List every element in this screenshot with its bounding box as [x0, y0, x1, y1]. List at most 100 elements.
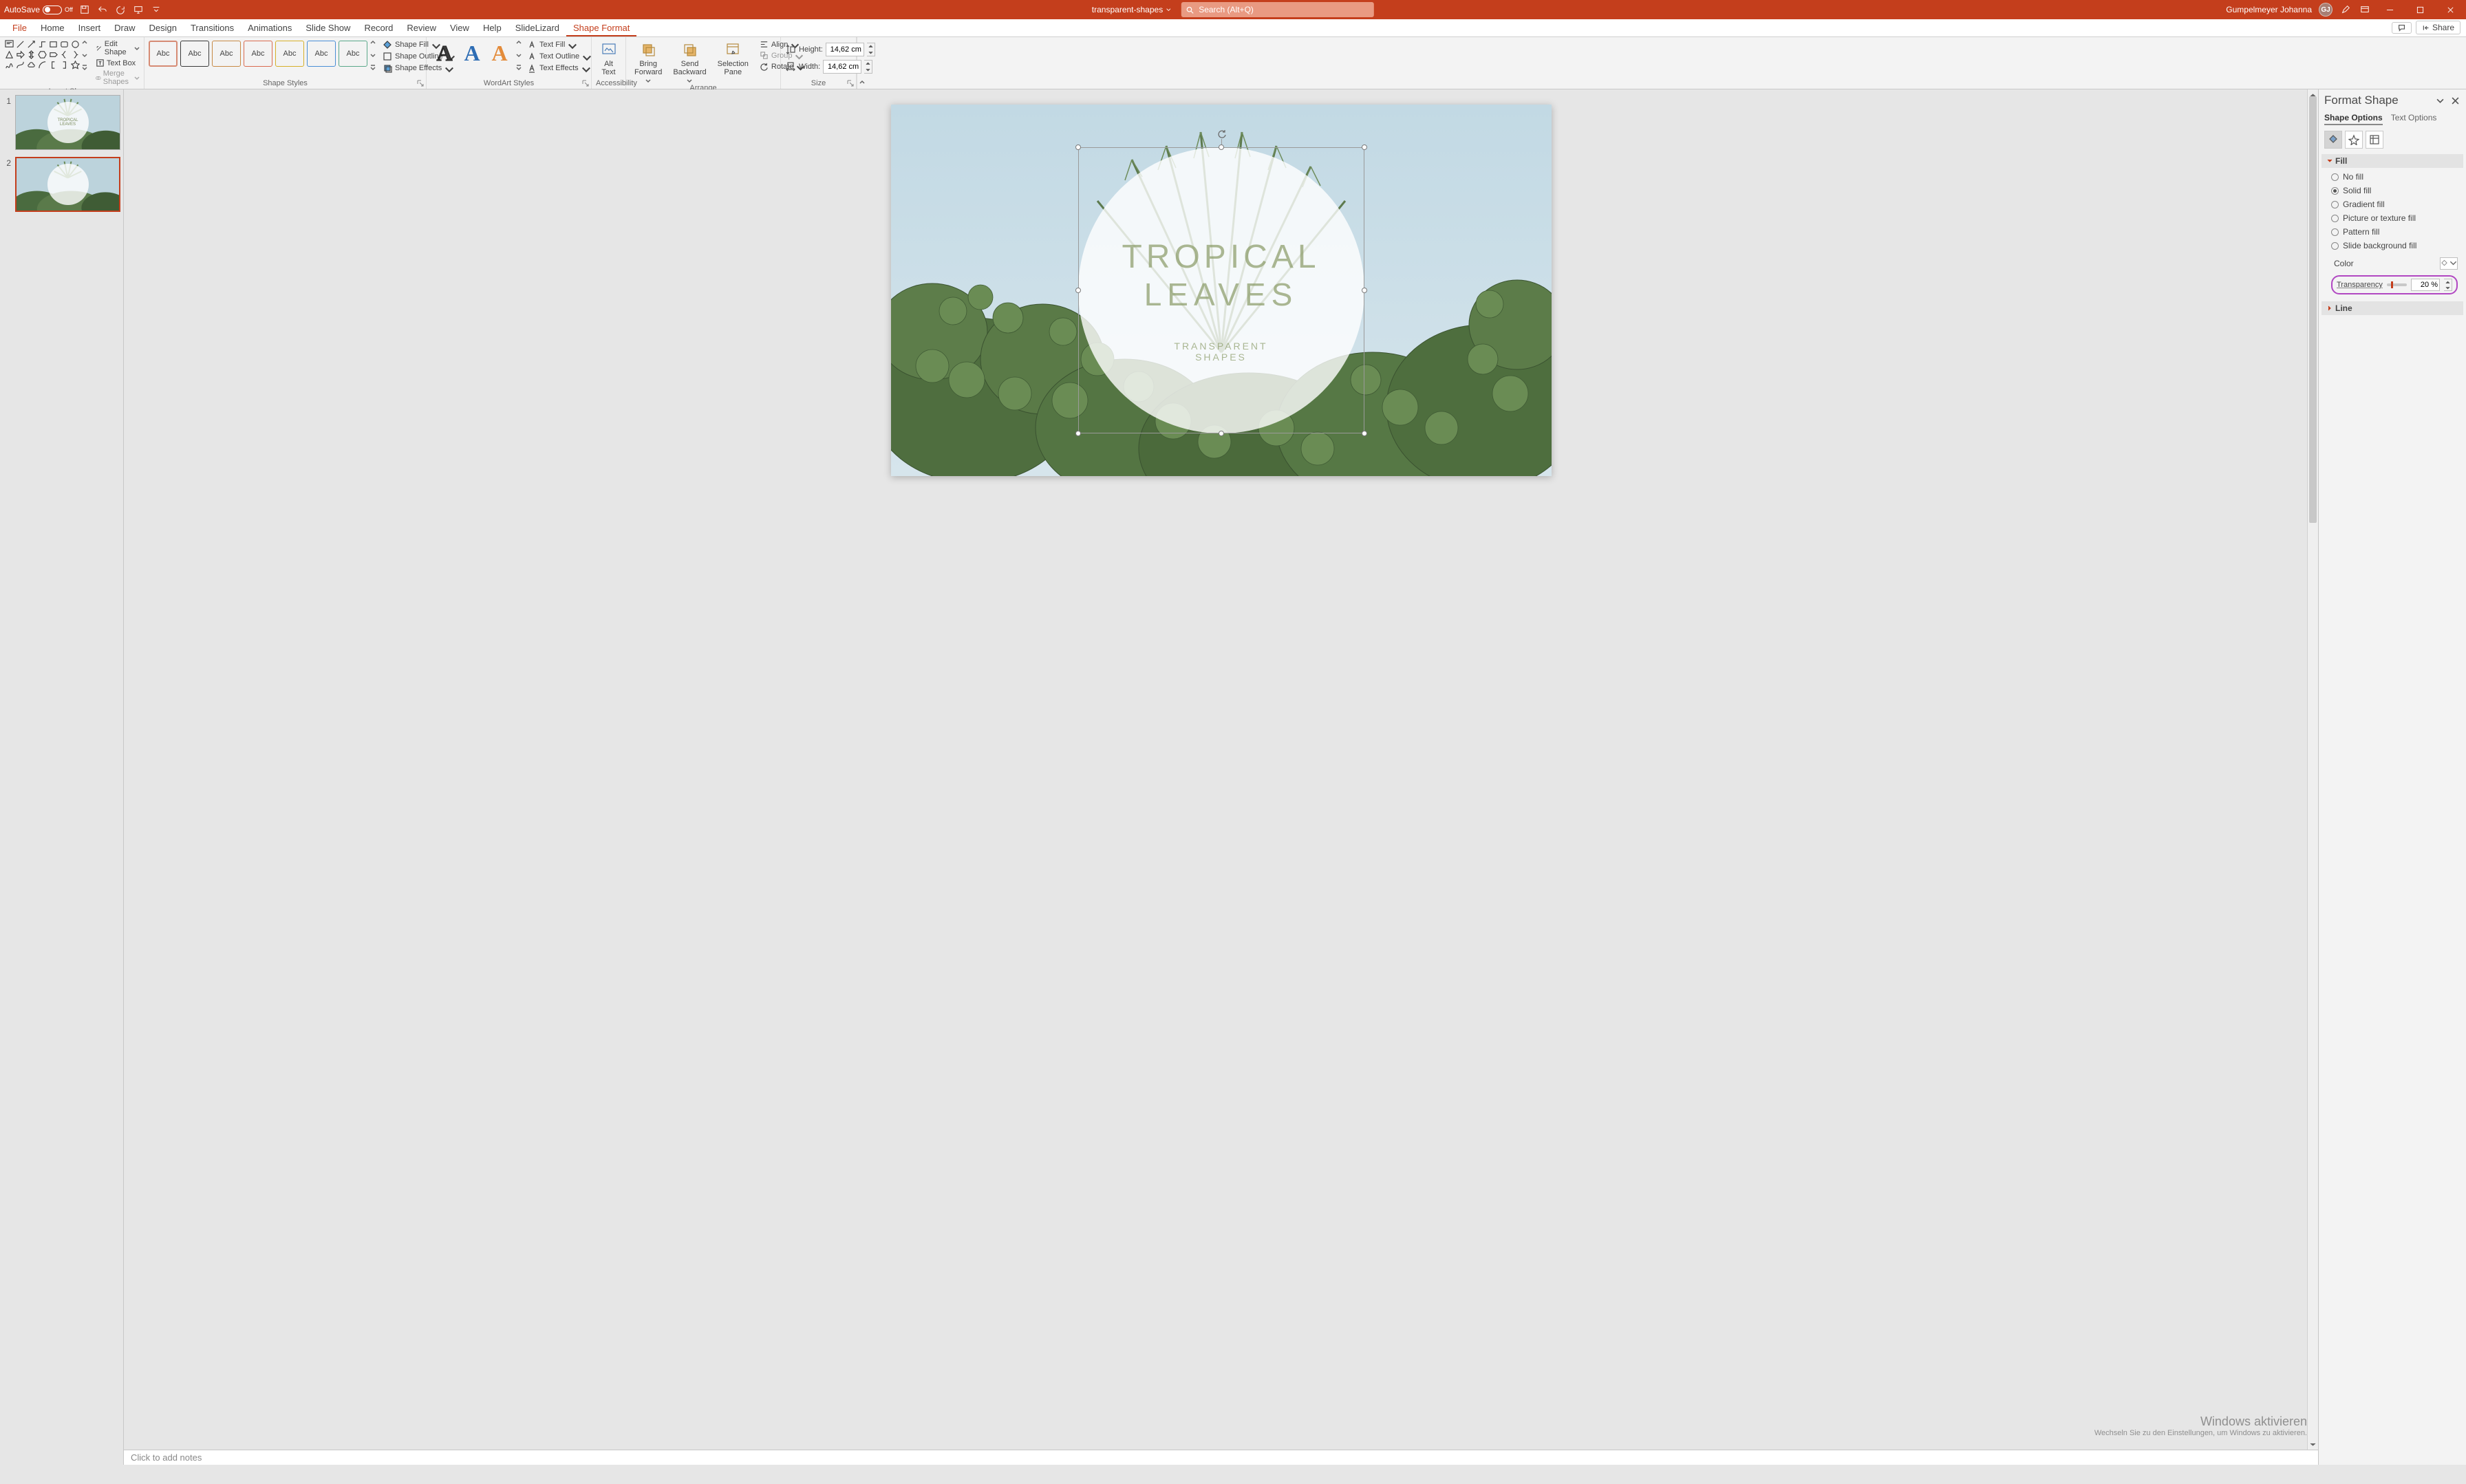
- fill-section-header[interactable]: Fill: [2322, 154, 2463, 168]
- wordart-style-1[interactable]: A: [431, 39, 458, 67]
- tab-design[interactable]: Design: [142, 20, 184, 36]
- color-picker-button[interactable]: [2440, 257, 2458, 270]
- transparency-spin[interactable]: [2444, 279, 2452, 291]
- resize-handle-tl[interactable]: [1075, 144, 1081, 150]
- wordart-up-icon[interactable]: [516, 39, 522, 45]
- text-effects-button[interactable]: Text Effects: [524, 63, 590, 74]
- styles-down-icon[interactable]: [370, 52, 376, 57]
- thumbnail-1[interactable]: 1 TROPICAL LEAVES: [3, 95, 120, 150]
- edit-shape-button[interactable]: Edit Shape: [93, 39, 142, 57]
- shape-options-tab[interactable]: Shape Options: [2324, 113, 2383, 125]
- gradient-fill-radio[interactable]: Gradient fill: [2331, 200, 2458, 209]
- size-properties-icon[interactable]: [2366, 131, 2383, 149]
- tab-shape-format[interactable]: Shape Format: [566, 20, 636, 36]
- line-section-header[interactable]: Line: [2322, 301, 2463, 315]
- width-input[interactable]: [823, 60, 861, 74]
- comments-button[interactable]: [2392, 22, 2412, 34]
- transparency-slider[interactable]: [2387, 283, 2407, 286]
- no-fill-radio[interactable]: No fill: [2331, 172, 2458, 182]
- notes-bar[interactable]: Click to add notes: [124, 1450, 2318, 1465]
- thumbnail-2[interactable]: 2: [3, 157, 120, 212]
- transparency-input[interactable]: [2411, 279, 2440, 291]
- scroll-down-icon[interactable]: [2308, 1439, 2318, 1450]
- tab-record[interactable]: Record: [357, 20, 400, 36]
- fill-and-line-icon[interactable]: [2324, 131, 2342, 149]
- styles-up-icon[interactable]: [370, 39, 376, 45]
- autosave-toggle[interactable]: AutoSave Off: [4, 5, 73, 14]
- style-swatch-4[interactable]: Abc: [244, 41, 272, 67]
- vertical-scrollbar[interactable]: [2307, 89, 2318, 1450]
- tab-slideshow[interactable]: Slide Show: [299, 20, 357, 36]
- styles-more-icon[interactable]: [370, 64, 376, 69]
- resize-handle-ml[interactable]: [1075, 288, 1081, 293]
- alt-text-button[interactable]: Alt Text: [596, 39, 622, 76]
- user-name[interactable]: Gumpelmeyer Johanna: [2226, 5, 2312, 14]
- text-outline-button[interactable]: Text Outline: [524, 51, 590, 62]
- slide-canvas-area[interactable]: TROPICAL LEAVES TRANSPARENTSHAPES Window…: [124, 89, 2318, 1465]
- rotate-handle-icon[interactable]: [1216, 128, 1227, 139]
- height-spin[interactable]: [867, 43, 875, 56]
- wordart-more-icon[interactable]: [516, 64, 522, 69]
- tab-file[interactable]: File: [6, 20, 34, 36]
- resize-handle-mr[interactable]: [1362, 288, 1367, 293]
- text-fill-button[interactable]: Text Fill: [524, 39, 590, 50]
- wordart-style-3[interactable]: A: [486, 39, 513, 67]
- slide-thumbnails[interactable]: 1 TROPICAL LEAVES 2: [0, 89, 124, 1465]
- shape-styles-launcher-icon[interactable]: [417, 80, 424, 87]
- gallery-up-icon[interactable]: [82, 39, 87, 45]
- wordart-launcher-icon[interactable]: [582, 80, 589, 87]
- share-button[interactable]: Share: [2416, 21, 2460, 34]
- style-swatch-5[interactable]: Abc: [275, 41, 304, 67]
- document-title[interactable]: transparent-shapes: [1092, 5, 1172, 14]
- user-avatar[interactable]: GJ: [2319, 3, 2333, 17]
- picture-fill-radio[interactable]: Picture or texture fill: [2331, 213, 2458, 223]
- tab-review[interactable]: Review: [400, 20, 443, 36]
- close-button[interactable]: [2438, 0, 2462, 19]
- slide[interactable]: TROPICAL LEAVES TRANSPARENTSHAPES: [891, 105, 1552, 476]
- save-icon[interactable]: [78, 3, 91, 16]
- tab-draw[interactable]: Draw: [107, 20, 142, 36]
- text-box-button[interactable]: Text Box: [93, 58, 142, 68]
- tab-view[interactable]: View: [443, 20, 476, 36]
- resize-handle-tm[interactable]: [1219, 144, 1224, 150]
- tab-help[interactable]: Help: [476, 20, 508, 36]
- gallery-down-icon[interactable]: [82, 52, 87, 57]
- solid-fill-radio[interactable]: Solid fill: [2331, 186, 2458, 195]
- pane-dropdown-icon[interactable]: [2434, 95, 2445, 106]
- scroll-thumb[interactable]: [2309, 96, 2317, 523]
- effects-icon[interactable]: [2345, 131, 2363, 149]
- redo-icon[interactable]: [114, 3, 127, 16]
- resize-handle-br[interactable]: [1362, 431, 1367, 436]
- style-swatch-3[interactable]: Abc: [212, 41, 241, 67]
- wordart-down-icon[interactable]: [516, 52, 522, 57]
- resize-handle-tr[interactable]: [1362, 144, 1367, 150]
- bring-forward-button[interactable]: Bring Forward: [630, 39, 666, 83]
- tab-insert[interactable]: Insert: [72, 20, 108, 36]
- minimize-button[interactable]: [2378, 0, 2401, 19]
- maximize-button[interactable]: [2408, 0, 2432, 19]
- qat-more-icon[interactable]: [150, 3, 162, 16]
- resize-handle-bm[interactable]: [1219, 431, 1224, 436]
- pattern-fill-radio[interactable]: Pattern fill: [2331, 227, 2458, 237]
- style-swatch-1[interactable]: Abc: [149, 41, 178, 67]
- wordart-style-2[interactable]: A: [458, 39, 486, 67]
- text-options-tab[interactable]: Text Options: [2391, 113, 2437, 125]
- style-swatch-7[interactable]: Abc: [339, 41, 367, 67]
- ribbon-display-icon[interactable]: [2359, 3, 2371, 16]
- height-input[interactable]: [826, 43, 864, 56]
- undo-icon[interactable]: [96, 3, 109, 16]
- selection-pane-button[interactable]: Selection Pane: [714, 39, 753, 76]
- slide-bg-fill-radio[interactable]: Slide background fill: [2331, 241, 2458, 250]
- pen-icon[interactable]: [2339, 3, 2352, 16]
- gallery-more-icon[interactable]: [82, 64, 87, 69]
- tab-animations[interactable]: Animations: [241, 20, 299, 36]
- width-spin[interactable]: [864, 60, 872, 74]
- style-swatch-6[interactable]: Abc: [307, 41, 336, 67]
- pane-close-icon[interactable]: [2449, 95, 2460, 106]
- tab-slidelizard[interactable]: SlideLizard: [508, 20, 566, 36]
- style-swatch-2[interactable]: Abc: [180, 41, 209, 67]
- start-slideshow-icon[interactable]: [132, 3, 144, 16]
- tab-transitions[interactable]: Transitions: [184, 20, 241, 36]
- tab-home[interactable]: Home: [34, 20, 72, 36]
- send-backward-button[interactable]: Send Backward: [669, 39, 710, 83]
